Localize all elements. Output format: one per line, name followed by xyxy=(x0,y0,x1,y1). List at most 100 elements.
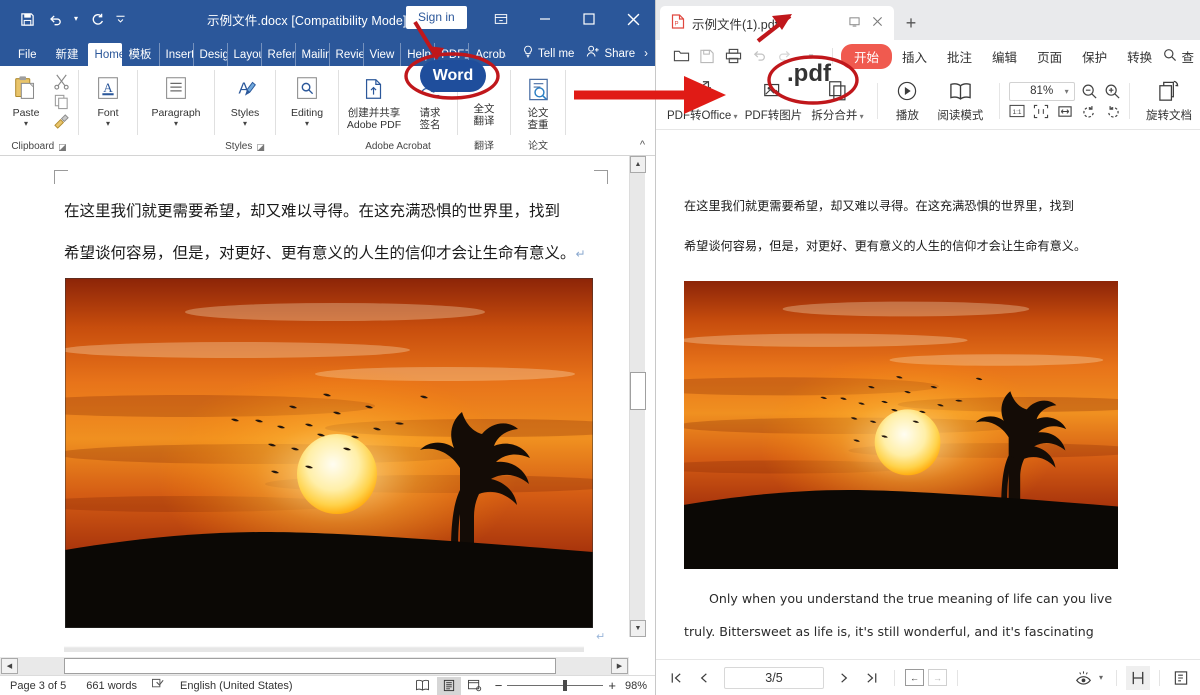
font-caret-icon[interactable]: ▾ xyxy=(106,121,110,127)
scroll-right-button[interactable]: ▶ xyxy=(611,658,628,674)
ribbon-overflow-icon[interactable]: › xyxy=(641,43,651,66)
menu-item-convert[interactable]: 转换 xyxy=(1117,43,1162,70)
minimize-button[interactable] xyxy=(523,0,567,38)
copy-button[interactable] xyxy=(48,93,74,110)
tab-layout[interactable]: Layout xyxy=(227,43,261,66)
zoom-out-button[interactable]: − xyxy=(495,678,503,693)
create-share-adobe-pdf-button[interactable]: 创建并共享 Adobe PDF xyxy=(343,69,405,132)
undo-dropdown-icon[interactable]: ▾ xyxy=(70,7,82,31)
tab-new[interactable]: 新建 xyxy=(47,43,88,66)
word-horizontal-scrollbar[interactable]: ◀ ▶ xyxy=(0,657,629,675)
status-word-count[interactable]: 661 words xyxy=(76,680,147,692)
pdf-document-view[interactable]: 在这里我们就更需要希望，却又难以寻得。在这充满恐惧的世界里，找到 希望谈何容易，… xyxy=(656,131,1200,659)
sign-in-button[interactable]: Sign in xyxy=(406,6,467,29)
web-layout-view-button[interactable] xyxy=(463,677,487,695)
close-tab-icon[interactable] xyxy=(869,16,885,30)
pdf-to-office-caret-icon[interactable]: ▾ xyxy=(731,112,737,121)
editing-caret-icon[interactable]: ▾ xyxy=(305,121,309,127)
first-page-button[interactable] xyxy=(664,666,688,690)
zoom-slider[interactable] xyxy=(507,685,603,686)
tab-design[interactable]: Design xyxy=(193,43,227,66)
page-number-input[interactable]: 3/5 xyxy=(724,667,824,689)
zoom-in-icon[interactable] xyxy=(1104,83,1121,100)
search-box[interactable]: 查 xyxy=(1163,47,1194,66)
facing-page-layout-button[interactable] xyxy=(1169,666,1193,690)
styles-button[interactable]: A Styles ▾ xyxy=(219,69,271,127)
tab-review[interactable]: Review xyxy=(329,43,363,66)
menu-item-home[interactable]: 开始 xyxy=(841,44,892,69)
play-button[interactable]: 播放 xyxy=(885,78,929,123)
eye-protection-caret-icon[interactable]: ▾ xyxy=(1099,673,1103,682)
tell-me-button[interactable]: Tell me xyxy=(516,43,580,66)
proofing-errors-icon[interactable] xyxy=(147,678,170,694)
last-page-button[interactable] xyxy=(860,666,884,690)
paragraph-caret-icon[interactable]: ▾ xyxy=(174,121,178,127)
word-document-area[interactable]: 在这里我们就更需要希望，却又难以寻得。在这充满恐惧的世界里，找到 希望谈何容易，… xyxy=(0,156,655,657)
save-icon[interactable] xyxy=(694,44,720,68)
menu-item-protect[interactable]: 保护 xyxy=(1072,43,1117,70)
menu-item-insert[interactable]: 插入 xyxy=(892,43,937,70)
tab-mailings[interactable]: Mailings xyxy=(295,43,329,66)
zoom-control[interactable]: − + 98% xyxy=(487,678,655,693)
print-layout-view-button[interactable] xyxy=(437,677,461,695)
menu-item-edit[interactable]: 编辑 xyxy=(982,43,1027,70)
maximize-button[interactable] xyxy=(567,0,611,38)
collapse-ribbon-icon[interactable]: ^ xyxy=(640,139,645,151)
tab-view[interactable]: View xyxy=(363,43,401,66)
open-file-icon[interactable] xyxy=(668,44,694,68)
horizontal-scroll-thumb[interactable] xyxy=(64,658,556,674)
undo-icon[interactable] xyxy=(42,7,68,31)
status-page-number[interactable]: Page 3 of 5 xyxy=(0,680,76,692)
undo-icon[interactable] xyxy=(746,44,772,68)
font-button[interactable]: A Font ▾ xyxy=(83,69,133,127)
redo-icon[interactable] xyxy=(84,7,110,31)
actual-size-icon[interactable]: 1:1 xyxy=(1008,103,1025,120)
close-button[interactable] xyxy=(611,0,655,38)
share-button[interactable]: Share xyxy=(580,43,641,66)
rotate-left-icon[interactable] xyxy=(1080,103,1097,120)
print-icon[interactable] xyxy=(720,44,746,68)
next-page-button[interactable] xyxy=(832,666,856,690)
reading-mode-button[interactable]: 阅读模式 xyxy=(929,78,991,123)
zoom-slider-thumb[interactable] xyxy=(563,680,567,691)
rotate-right-icon[interactable] xyxy=(1104,103,1121,120)
menu-item-comment[interactable]: 批注 xyxy=(937,43,982,70)
save-icon[interactable] xyxy=(14,7,40,31)
fit-page-icon[interactable] xyxy=(1032,103,1049,120)
new-tab-button[interactable]: + xyxy=(894,6,928,40)
vertical-scroll-thumb[interactable] xyxy=(630,372,646,410)
clipboard-dialog-launcher[interactable]: ◪ xyxy=(58,139,67,155)
fit-width-icon[interactable] xyxy=(1056,103,1073,120)
scroll-up-button[interactable]: ▲ xyxy=(630,156,646,173)
customize-quick-access-icon[interactable] xyxy=(112,7,128,31)
zoom-level-label[interactable]: 98% xyxy=(625,680,647,692)
eye-protection-icon[interactable] xyxy=(1072,666,1096,690)
previous-view-button[interactable]: ← xyxy=(905,669,924,686)
scroll-down-button[interactable]: ▼ xyxy=(630,620,646,637)
restore-tab-icon[interactable] xyxy=(846,16,862,30)
paragraph-button[interactable]: Paragraph ▾ xyxy=(142,69,210,127)
zoom-in-button[interactable]: + xyxy=(608,678,616,693)
rotate-document-button[interactable]: 旋转文档 xyxy=(1138,78,1200,123)
format-painter-button[interactable] xyxy=(48,113,74,130)
tab-references[interactable]: References xyxy=(261,43,295,66)
word-vertical-scrollbar[interactable]: ▲ ▼ xyxy=(629,156,645,637)
read-mode-view-button[interactable] xyxy=(411,677,435,695)
styles-caret-icon[interactable]: ▾ xyxy=(243,121,247,127)
tab-insert[interactable]: Insert xyxy=(159,43,193,66)
scroll-left-button[interactable]: ◀ xyxy=(1,658,18,674)
menu-item-page[interactable]: 页面 xyxy=(1027,43,1072,70)
cut-button[interactable] xyxy=(48,73,74,90)
status-language[interactable]: English (United States) xyxy=(170,680,303,692)
prev-page-button[interactable] xyxy=(692,666,716,690)
tab-file[interactable]: File xyxy=(8,43,47,66)
next-view-button[interactable]: → xyxy=(928,669,947,686)
paste-caret-icon[interactable]: ▾ xyxy=(24,121,28,127)
styles-dialog-launcher[interactable]: ◪ xyxy=(256,139,265,155)
ribbon-display-options-icon[interactable] xyxy=(479,0,523,38)
zoom-level-select[interactable]: 81% ▾ xyxy=(1009,82,1075,101)
pdf-document-tab[interactable]: P 示例文件(1).pdf xyxy=(660,6,894,40)
pdf-to-office-button[interactable]: PDF转Office ▾ xyxy=(664,78,741,123)
paste-button[interactable]: Paste ▾ xyxy=(4,69,48,127)
split-merge-caret-icon[interactable]: ▾ xyxy=(857,112,863,121)
